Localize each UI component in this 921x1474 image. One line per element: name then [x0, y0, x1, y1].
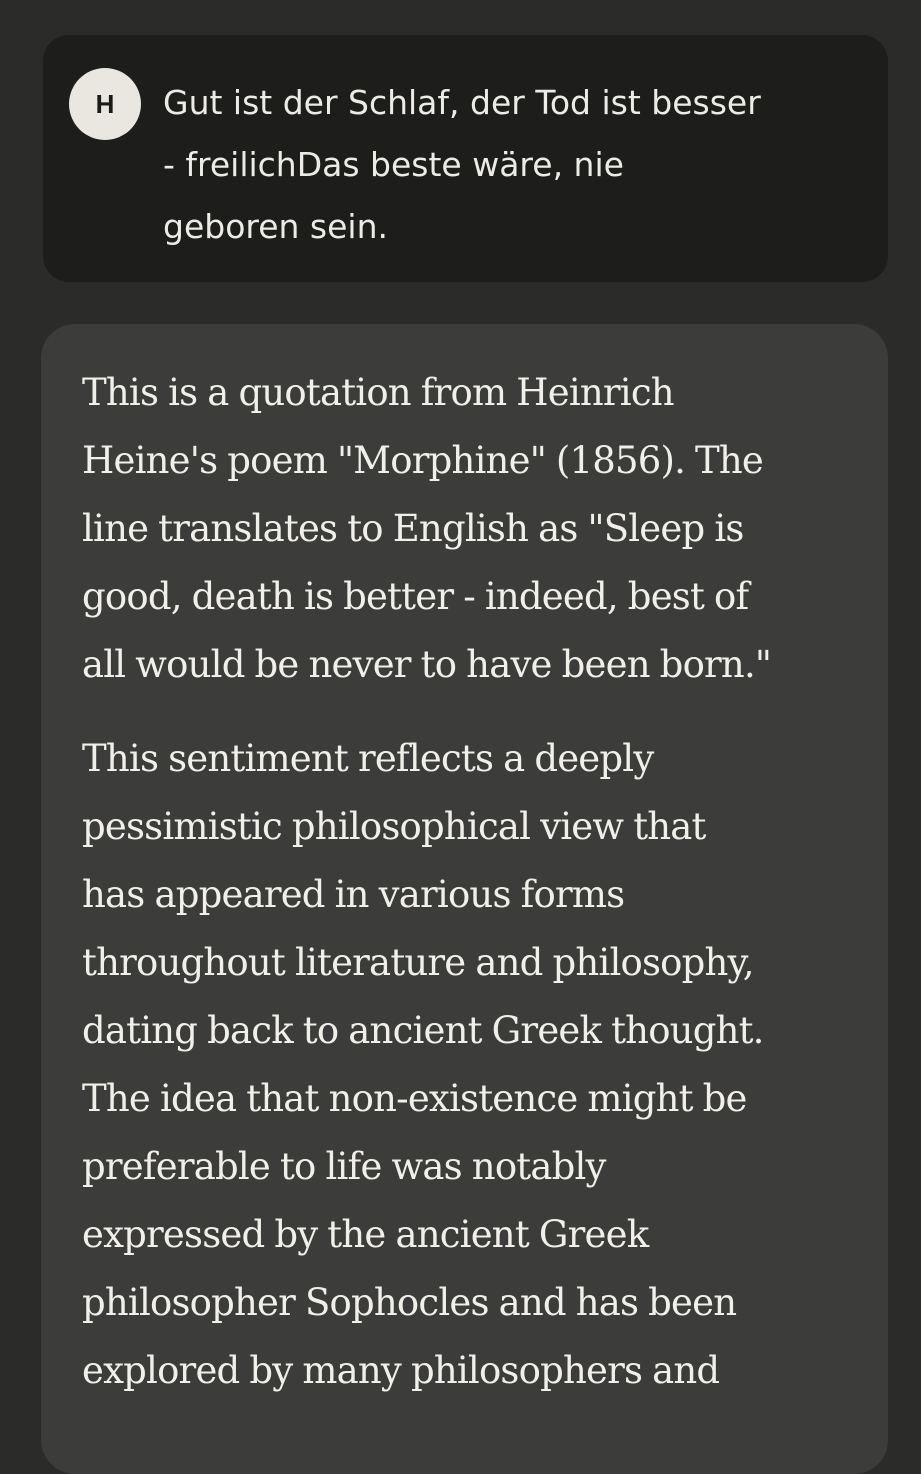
assistant-line: Heine's poem "Morphine" (1856). The	[82, 439, 764, 482]
assistant-message-bubble: This is a quotation from Heinrich Heine'…	[41, 324, 888, 1474]
user-message-text: Gut ist der Schlaf, der Tod ist besser -…	[163, 72, 863, 258]
assistant-line: dating back to ancient Greek thought.	[82, 1009, 764, 1052]
assistant-line: The idea that non-existence might be	[82, 1077, 747, 1120]
assistant-line: has appeared in various forms	[82, 873, 625, 916]
assistant-message-text: This is a quotation from Heinrich Heine'…	[82, 359, 822, 1431]
user-message-bubble: H Gut ist der Schlaf, der Tod ist besser…	[43, 35, 888, 282]
user-avatar: H	[69, 68, 141, 140]
assistant-line: pessimistic philosophical view that	[82, 805, 706, 848]
assistant-paragraph-2: This sentiment reflects a deeply pessimi…	[82, 725, 822, 1405]
user-message-line: Gut ist der Schlaf, der Tod ist besser	[163, 83, 761, 122]
assistant-line: preferable to life was notably	[82, 1145, 606, 1188]
assistant-paragraph-1: This is a quotation from Heinrich Heine'…	[82, 359, 822, 699]
assistant-line: This is a quotation from Heinrich	[82, 371, 675, 414]
user-message-line: - freilichDas beste wäre, nie	[163, 145, 624, 184]
assistant-line: philosopher Sophocles and has been	[82, 1281, 737, 1324]
assistant-line: all would be never to have been born."	[82, 643, 772, 686]
assistant-line: This sentiment reflects a deeply	[82, 737, 654, 780]
assistant-line: good, death is better - indeed, best of	[82, 575, 749, 618]
assistant-line: expressed by the ancient Greek	[82, 1213, 649, 1256]
assistant-line: throughout literature and philosophy,	[82, 941, 754, 984]
assistant-line: line translates to English as "Sleep is	[82, 507, 744, 550]
assistant-line: explored by many philosophers and	[82, 1349, 720, 1392]
user-message-line: geboren sein.	[163, 207, 389, 246]
